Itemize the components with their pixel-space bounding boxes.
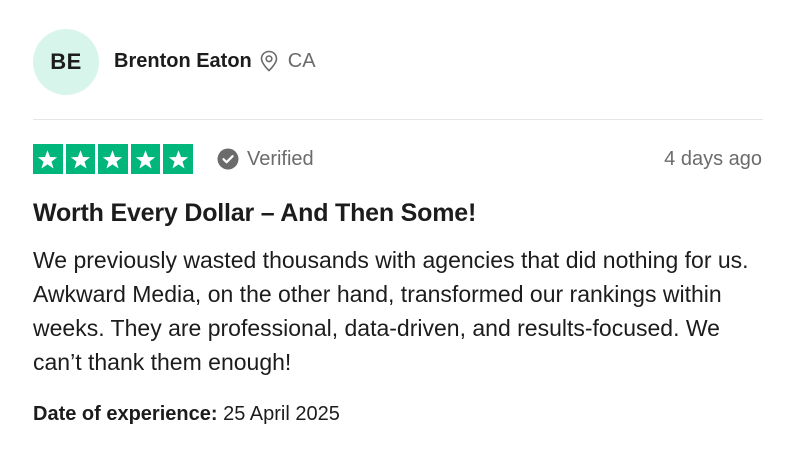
star-rating (33, 144, 193, 174)
star-box (130, 144, 161, 174)
reviewer-info: Brenton Eaton CA (114, 50, 316, 73)
reviewer-country: CA (287, 49, 316, 72)
review-date: 4 days ago (664, 147, 762, 170)
reviewer-header: BE Brenton Eaton CA (33, 29, 316, 95)
experience-date: 25 April 2025 (223, 403, 340, 425)
star-box (33, 144, 63, 174)
experience-label: Date of experience: (33, 403, 218, 425)
star-icon (135, 149, 156, 169)
star-icon (168, 149, 188, 169)
avatar-initials: BE (50, 49, 82, 74)
star-icon (103, 149, 123, 169)
divider (33, 119, 763, 120)
star-icon (70, 149, 91, 169)
star-icon (38, 149, 58, 169)
star-box (163, 144, 193, 174)
review-card: BE Brenton Eaton CA Verified 4 days ago … (0, 0, 795, 449)
review-title[interactable]: Worth Every Dollar – And Then Some! (33, 199, 476, 228)
verified-badge[interactable]: Verified (217, 148, 314, 171)
location-pin-icon (258, 50, 280, 72)
verified-label: Verified (246, 147, 314, 170)
reviewer-name[interactable]: Brenton Eaton (114, 50, 252, 73)
star-box (98, 144, 128, 174)
date-of-experience: Date of experience: 25 April 2025 (33, 403, 340, 426)
rating-row: Verified 4 days ago (33, 144, 763, 174)
review-body: We previously wasted thousands with agen… (33, 247, 749, 375)
avatar[interactable]: BE (33, 29, 99, 95)
star-box (65, 144, 96, 174)
check-circle-icon (217, 148, 239, 170)
